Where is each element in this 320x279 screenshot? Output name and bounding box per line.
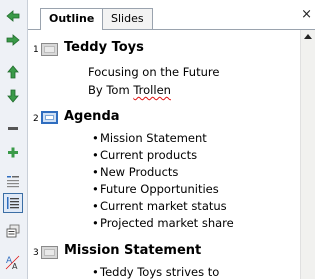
expand-all-icon[interactable]: [3, 193, 23, 213]
slide-title[interactable]: Agenda: [64, 109, 120, 124]
tab-outline[interactable]: Outline: [40, 8, 104, 30]
move-down-icon[interactable]: [3, 86, 23, 106]
bullet-item[interactable]: •Teddy Toys strives to: [92, 265, 219, 279]
bullet-item[interactable]: •Mission Statement: [92, 131, 207, 145]
promote-icon[interactable]: [3, 6, 23, 26]
tab-slides[interactable]: Slides: [102, 8, 153, 30]
slide-number: 1: [33, 45, 39, 55]
bullet-glyph: •: [92, 182, 99, 196]
pane-tabstrip: Outline Slides ×: [28, 0, 315, 30]
bullet-item[interactable]: •Future Opportunities: [92, 182, 219, 196]
outline-text-line[interactable]: Focusing on the Future: [88, 65, 219, 79]
bullet-text: Current market status: [100, 199, 227, 213]
move-up-icon[interactable]: [3, 62, 23, 82]
demote-icon[interactable]: [3, 30, 23, 50]
bullet-glyph: •: [92, 131, 99, 145]
close-icon[interactable]: ×: [301, 8, 312, 21]
outline-pane[interactable]: 1 Teddy Toys Focusing on the Future By T…: [28, 30, 300, 279]
expand-icon[interactable]: [3, 142, 23, 162]
bullet-text: Mission Statement: [100, 131, 207, 145]
vertical-scrollbar[interactable]: [300, 30, 315, 279]
bullet-item[interactable]: •Current market status: [92, 199, 227, 213]
spellcheck-underlined-word[interactable]: Trollen: [133, 83, 171, 97]
slide-title[interactable]: Mission Statement: [64, 243, 201, 258]
bullet-text: New Products: [100, 165, 179, 179]
bullet-glyph: •: [92, 165, 99, 179]
slide-number: 3: [33, 248, 39, 258]
bullet-text: Teddy Toys strives to: [100, 265, 220, 279]
author-prefix: By Tom: [88, 83, 134, 97]
bullet-item[interactable]: •Current products: [92, 148, 197, 162]
slide-thumbnail-icon[interactable]: [41, 111, 58, 124]
bullet-text: Current products: [100, 148, 198, 162]
slide-thumbnail-icon[interactable]: [41, 246, 58, 259]
slide-title[interactable]: Teddy Toys: [64, 40, 144, 55]
show-formatting-icon[interactable]: AA: [3, 252, 23, 272]
bullet-item[interactable]: •New Products: [92, 165, 178, 179]
bullet-text: Projected market share: [100, 216, 234, 230]
slide-number: 2: [33, 114, 39, 124]
bullet-text: Future Opportunities: [100, 182, 219, 196]
collapse-icon[interactable]: [3, 118, 23, 138]
bullet-glyph: •: [92, 265, 99, 279]
bullet-glyph: •: [92, 216, 99, 230]
bullet-glyph: •: [92, 148, 99, 162]
bullet-item[interactable]: •Projected market share: [92, 216, 234, 230]
slide-thumbnail-icon[interactable]: [41, 43, 58, 56]
outlining-toolbar: AA: [0, 0, 28, 279]
svg-text:A: A: [12, 262, 18, 270]
scroll-up-arrow-icon[interactable]: [304, 34, 312, 39]
bullet-glyph: •: [92, 199, 99, 213]
summary-slide-icon[interactable]: [3, 221, 23, 241]
collapse-all-icon[interactable]: [3, 172, 23, 192]
outline-author-line[interactable]: By Tom Trollen: [88, 83, 171, 97]
